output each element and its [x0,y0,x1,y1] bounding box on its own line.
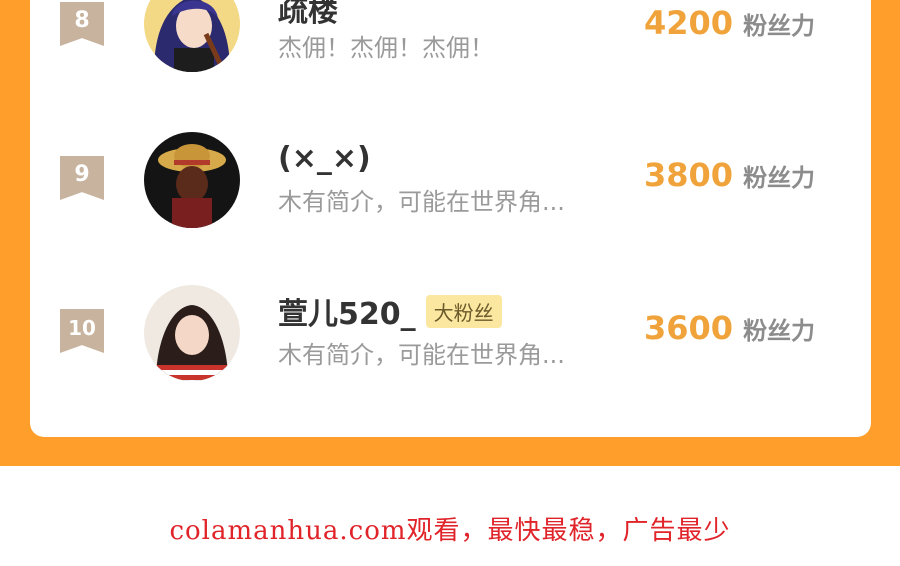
fans-power-value: 4200 [644,4,734,42]
name-line: (×_×) [278,138,371,178]
girl-photo-avatar-icon[interactable] [144,285,240,381]
ranking-row[interactable]: 9 (×_×) 木有简介，可能在世界角... 3800 粉丝力 [30,130,871,230]
fans-power-unit: 粉丝力 [743,12,816,40]
fans-power-value: 3800 [644,156,734,194]
fans-power-unit: 粉丝力 [743,317,816,345]
ranking-card: 8 疏楼 杰佣！杰佣！杰佣！ 4200 粉丝力 9 (×_×) 木有简介，可能在… [30,0,871,437]
user-bio: 杰佣！杰佣！杰佣！ [278,34,494,62]
fans-power-unit: 粉丝力 [743,164,816,192]
user-name[interactable]: 萱儿520_ [278,289,416,333]
name-line: 萱儿520_ 大粉丝 [278,289,502,333]
rank-badge: 10 [60,309,104,353]
name-line: 疏楼 [278,0,338,30]
user-name[interactable]: (×_×) [278,141,371,176]
fans-power-value: 3600 [644,309,734,347]
fans-power: 3800 粉丝力 [644,156,815,194]
fans-power: 4200 粉丝力 [644,4,815,42]
footer-watermark: colamanhua.com观看，最快最稳，广告最少 [169,516,731,546]
straw-hat-character-avatar-icon[interactable] [144,132,240,228]
anime-girl-violin-avatar-icon[interactable] [144,0,240,72]
ranking-row[interactable]: 8 疏楼 杰佣！杰佣！杰佣！ 4200 粉丝力 [30,0,871,80]
user-bio: 木有简介，可能在世界角... [278,188,565,216]
fan-level-badge: 大粉丝 [425,294,502,328]
fans-power: 3600 粉丝力 [644,309,815,347]
user-bio: 木有简介，可能在世界角... [278,341,565,369]
user-name[interactable]: 疏楼 [278,0,338,30]
rank-badge: 9 [60,156,104,200]
rank-badge: 8 [60,2,104,46]
ranking-row[interactable]: 10 萱儿520_ 大粉丝 木有简介，可能在世界角... 3600 粉丝力 [30,283,871,383]
